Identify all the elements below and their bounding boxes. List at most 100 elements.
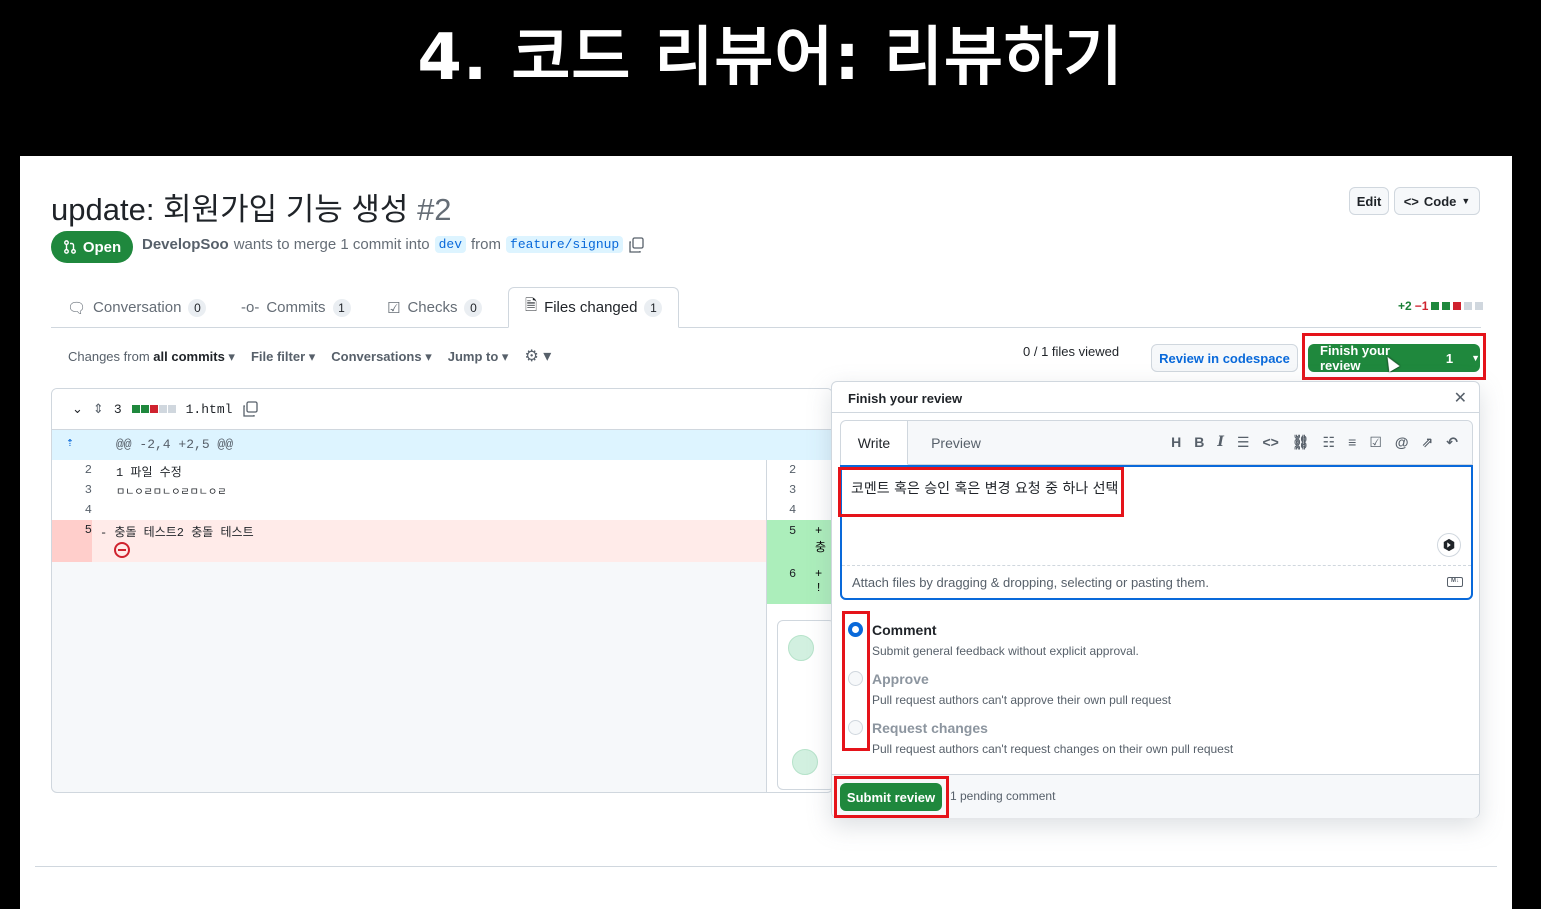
cross-reference-icon[interactable]: ⇗ [1422, 434, 1434, 451]
diff-line: 4 [52, 500, 832, 520]
diff-line: 3 ㅁㄴㅇㄹㅁㄴㅇㄹㅁㄴㅇㄹ [52, 480, 832, 500]
inline-comment-card [777, 620, 832, 790]
link-icon[interactable]: ⛓ [1292, 434, 1310, 451]
tab-write[interactable]: Write [841, 421, 908, 465]
code-icon: <> [1403, 193, 1419, 209]
copilot-icon[interactable] [1437, 533, 1461, 557]
avatar [792, 749, 818, 775]
option-request-changes-desc: Pull request authors can't request chang… [872, 742, 1234, 756]
diff-toolbar: Changes from all commits ▾ File filter ▾… [68, 346, 551, 366]
git-pull-request-icon [63, 240, 76, 254]
additions-count: +2 [1398, 299, 1412, 313]
italic-icon[interactable]: I [1217, 434, 1224, 451]
pr-number: #2 [417, 192, 452, 227]
copy-icon[interactable] [242, 401, 259, 417]
banner-title: 4. 코드 리뷰어: 리뷰하기 [417, 21, 1124, 95]
no-entry-icon [114, 542, 130, 558]
changes-from-dropdown[interactable]: Changes from all commits ▾ [68, 349, 235, 366]
tab-label: Files changed [544, 299, 638, 316]
highlight-comment-text [838, 467, 1124, 517]
diff-right-side: 2 3 4 5 + 충 6 + ! [766, 460, 832, 792]
copy-icon[interactable] [628, 236, 644, 253]
diffstat: +2 −1 [1398, 299, 1484, 313]
bold-icon[interactable]: B [1194, 434, 1204, 451]
code-button-label: Code [1423, 193, 1457, 209]
ordered-list-icon[interactable]: ≡ [1348, 434, 1356, 451]
heading-icon[interactable]: H [1171, 434, 1181, 451]
pr-author[interactable]: DevelopSoo [142, 236, 229, 253]
review-in-codespace-button[interactable]: Review in codespace [1151, 344, 1298, 372]
file-filter-dropdown[interactable]: File filter ▾ [251, 349, 315, 366]
highlight-radio-options [842, 611, 870, 751]
pr-status-badge: Open [51, 231, 133, 263]
git-commit-icon: -o- [241, 299, 260, 316]
mention-icon[interactable]: @ [1395, 434, 1409, 451]
unordered-list-icon[interactable]: ☷ [1323, 434, 1336, 451]
highlight-submit-review [834, 776, 949, 818]
hunk-range: @@ -2,4 +2,5 @@ [116, 437, 234, 452]
pending-comment-count: 1 pending comment [950, 789, 1056, 803]
head-branch[interactable]: feature/signup [506, 236, 624, 253]
avatar [788, 635, 814, 661]
caret-down-icon: ▼ [1461, 196, 1471, 206]
code-button[interactable]: <> Code ▼ [1394, 187, 1480, 215]
code-icon[interactable]: <> [1262, 434, 1278, 451]
merge-text: wants to merge 1 commit into [233, 236, 430, 253]
tab-files-changed[interactable]: 🗎 Files changed 1 [508, 287, 680, 328]
dialog-title: Finish your review [848, 391, 963, 406]
from-text: from [471, 236, 502, 253]
page-divider [35, 866, 1497, 867]
file-diff: ⌄ ⇕ 3 1.html ⇡ @@ -2,4 +2,5 @@ 2 1 파일 수정… [51, 388, 833, 793]
tab-preview[interactable]: Preview [911, 421, 1001, 465]
file-name[interactable]: 1.html [186, 402, 233, 417]
changes-count: 3 [113, 401, 122, 417]
markdown-toolbar: H B I ☰ <> ⛓ ☷ ≡ ☑ @ ⇗ ↶ [1171, 434, 1458, 451]
tab-counter: 1 [644, 298, 663, 317]
quote-icon[interactable]: ☰ [1237, 434, 1250, 451]
option-approve-label: Approve [872, 671, 929, 687]
tab-counter: 0 [464, 298, 483, 317]
deletions-count: −1 [1414, 299, 1429, 313]
pr-meta: DevelopSoo wants to merge 1 commit into … [142, 236, 644, 253]
jump-to-dropdown[interactable]: Jump to ▾ [448, 349, 509, 366]
base-branch[interactable]: dev [434, 236, 467, 253]
chevron-down-icon[interactable]: ⌄ [72, 402, 83, 417]
file-header: ⌄ ⇕ 3 1.html [52, 389, 832, 430]
finish-review-dialog: Finish your review ✕ Write Preview H B I… [831, 381, 1480, 818]
tab-counter: 0 [188, 298, 207, 317]
file-diff-icon: 🗎 [525, 297, 538, 314]
tab-checks[interactable]: ☑ Checks 0 [387, 287, 483, 328]
conversations-dropdown[interactable]: Conversations ▾ [331, 349, 431, 366]
github-pr-page: update: 회원가입 기능 생성 #2 Edit <> Code ▼ Ope… [20, 156, 1512, 909]
unfold-icon[interactable]: ⇕ [93, 402, 104, 417]
pr-title: update: 회원가입 기능 생성 #2 [51, 184, 452, 229]
option-request-changes-label: Request changes [872, 720, 988, 736]
diff-line: 2 1 파일 수정 [52, 460, 832, 480]
files-viewed: 0 / 1 files viewed [1023, 344, 1120, 359]
video-banner: 4. 코드 리뷰어: 리뷰하기 [0, 0, 1541, 156]
close-icon[interactable]: ✕ [1454, 388, 1467, 408]
tab-label: Commits [266, 299, 326, 316]
undo-icon[interactable]: ↶ [1446, 434, 1458, 451]
tab-conversation[interactable]: 🗨 Conversation 0 [67, 287, 207, 328]
comment-discussion-icon: 🗨 [67, 299, 87, 317]
expand-up-icon[interactable]: ⇡ [66, 435, 74, 450]
diff-line-deleted: 5 - 충돌 테스트2 충돌 테스트 [52, 520, 832, 562]
option-comment-desc: Submit general feedback without explicit… [872, 644, 1139, 658]
checklist-icon: ☑ [387, 299, 401, 317]
tab-commits[interactable]: -o- Commits 1 [241, 287, 351, 328]
markdown-icon: M↓ [1447, 577, 1463, 587]
attach-files-hint[interactable]: Attach files by dragging & dropping, sel… [842, 565, 1471, 598]
task-list-icon[interactable]: ☑ [1369, 434, 1382, 451]
tab-label: Checks [407, 299, 458, 316]
option-comment-label: Comment [872, 622, 937, 638]
tab-label: Conversation [93, 299, 182, 316]
option-approve-desc: Pull request authors can't approve their… [872, 693, 1172, 707]
pr-title-text: update: 회원가입 기능 생성 [51, 192, 409, 227]
edit-button[interactable]: Edit [1349, 187, 1389, 215]
hunk-header: ⇡ @@ -2,4 +2,5 @@ [52, 430, 832, 460]
pr-tabs: 🗨 Conversation 0 -o- Commits 1 ☑ Checks … [51, 287, 1481, 328]
gear-icon[interactable]: ⚙ ▾ [524, 346, 551, 366]
editor-tabs: Write Preview H B I ☰ <> ⛓ ☷ ≡ ☑ @ ⇗ ↶ [841, 421, 1472, 465]
tab-counter: 1 [332, 298, 351, 317]
